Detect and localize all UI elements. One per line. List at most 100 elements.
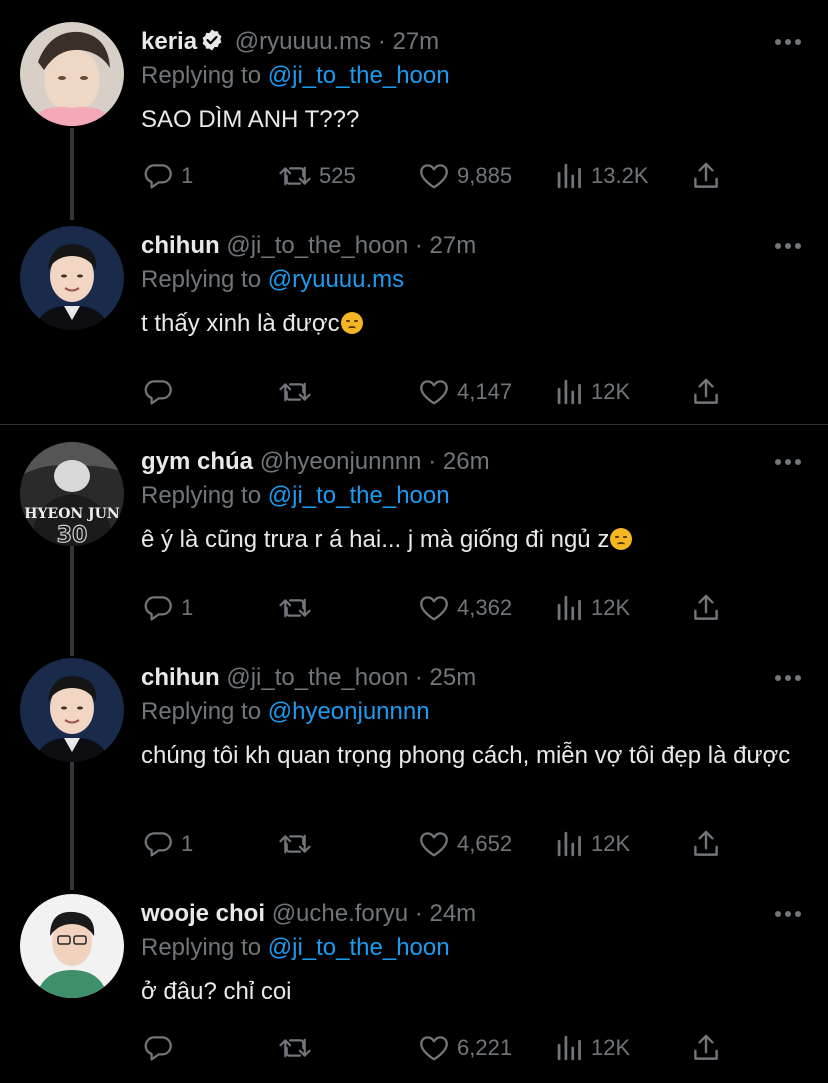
tweet[interactable]: chihun @ji_to_the_hoon · 27m Replying to… [0,226,828,416]
heart-icon [420,596,448,621]
share-button[interactable] [689,590,723,626]
replying-to-label: Replying to [141,698,262,725]
reply-button[interactable]: 1 [141,826,193,862]
reply-count: 1 [181,163,194,188]
more-options-icon[interactable] [774,674,802,682]
retweet-button[interactable] [277,826,319,862]
more-options-icon[interactable] [774,242,802,250]
tweet[interactable]: HYEON JUN 30 gym chúa @hyeonjunnnn · 26m… [0,442,828,632]
timestamp[interactable]: 25m [430,664,477,691]
more-options-icon[interactable] [774,458,802,466]
conversation-divider [0,424,828,425]
tweet-header: gym chúa @hyeonjunnnn · 26m [141,447,490,477]
tweet[interactable]: keria @ryuuuu.ms · 27m Replying to @ji_t… [0,22,828,202]
user-handle[interactable]: @ji_to_the_hoon [226,232,408,259]
like-count: 6,221 [457,1035,513,1060]
disappointed-face-emoji-icon [610,528,633,550]
tweet[interactable]: chihun @ji_to_the_hoon · 25m Replying to… [0,658,828,868]
replying-to-handle[interactable]: @hyeonjunnnn [268,698,430,725]
retweet-button[interactable] [277,374,319,410]
avatar[interactable] [20,894,124,998]
views-count: 12K [591,379,631,404]
replying-to: Replying to @ryuuuu.ms [141,265,404,295]
share-button[interactable] [689,374,723,410]
replying-to-handle[interactable]: @ji_to_the_hoon [268,934,450,961]
replying-to-label: Replying to [141,266,262,293]
reply-icon [144,832,172,857]
user-handle[interactable]: @ji_to_the_hoon [226,664,408,691]
tweet-text: ở đâu? chỉ coi [141,978,292,1005]
share-button[interactable] [689,826,723,862]
replying-to: Replying to @hyeonjunnnn [141,697,430,727]
retweet-icon [279,1038,311,1058]
views-button[interactable]: 12K [555,826,630,862]
views-button[interactable]: 12K [555,374,630,410]
share-button[interactable] [689,1030,723,1066]
like-count: 9,885 [457,163,513,188]
views-button[interactable]: 12K [555,1030,630,1066]
reply-icon [144,164,172,189]
replying-to: Replying to @ji_to_the_hoon [141,933,450,963]
more-options-icon[interactable] [774,910,802,918]
more-options-icon[interactable] [774,38,802,46]
verified-badge-icon [200,28,224,60]
timestamp[interactable]: 27m [392,28,439,55]
retweet-button[interactable] [277,590,319,626]
like-button[interactable]: 4,147 [417,374,512,410]
tweet[interactable]: wooje choi @uche.foryu · 24m Replying to… [0,894,828,1083]
display-name[interactable]: wooje choi [141,900,265,927]
tweet-text-container: t thấy xinh là được [141,308,811,340]
reply-button[interactable] [141,1030,181,1066]
reply-icon [144,1036,172,1061]
replying-to-handle[interactable]: @ji_to_the_hoon [268,62,450,89]
replying-to-label: Replying to [141,934,262,961]
retweet-count: 525 [319,163,356,188]
timestamp[interactable]: 24m [429,900,476,927]
like-count: 4,362 [457,595,513,620]
avatar[interactable] [20,226,124,330]
like-button[interactable]: 4,652 [417,826,512,862]
user-handle[interactable]: @hyeonjunnnn [260,448,422,475]
tweet-header: keria @ryuuuu.ms · 27m [141,27,439,60]
views-button[interactable]: 13.2K [555,158,649,194]
timestamp[interactable]: 27m [430,232,477,259]
replying-to-handle[interactable]: @ryuuuu.ms [268,266,404,293]
tweet-actions: 1 525 9,885 13.2K [141,158,741,194]
reply-icon [144,596,172,621]
replying-to-label: Replying to [141,62,262,89]
retweet-button[interactable]: 525 [277,158,356,194]
share-button[interactable] [689,158,723,194]
svg-text:30: 30 [57,523,88,546]
share-icon [694,162,718,188]
reply-button[interactable]: 1 [141,158,193,194]
reply-count: 1 [181,595,194,620]
replying-to: Replying to @ji_to_the_hoon [141,481,450,511]
display-name[interactable]: chihun [141,664,220,691]
share-icon [694,1034,718,1060]
retweet-icon [279,166,311,186]
user-handle[interactable]: @ryuuuu.ms [235,28,371,55]
views-count: 12K [591,831,631,856]
share-icon [694,378,718,404]
like-button[interactable]: 6,221 [417,1030,512,1066]
dot-separator: · [414,232,423,259]
reply-button[interactable] [141,374,181,410]
retweet-button[interactable] [277,1030,319,1066]
heart-icon [420,1036,448,1061]
avatar[interactable]: HYEON JUN 30 [20,442,124,546]
avatar[interactable] [20,658,124,762]
views-button[interactable]: 12K [555,590,630,626]
dot-separator: · [414,664,423,691]
timestamp[interactable]: 26m [443,448,490,475]
display-name[interactable]: chihun [141,232,220,259]
like-button[interactable]: 4,362 [417,590,512,626]
tweet-actions: 1 4,362 12K [141,590,741,626]
display-name[interactable]: keria [141,28,197,55]
user-handle[interactable]: @uche.foryu [272,900,408,927]
reply-button[interactable]: 1 [141,590,193,626]
display-name[interactable]: gym chúa [141,448,253,475]
like-button[interactable]: 9,885 [417,158,512,194]
avatar[interactable] [20,22,124,126]
replying-to-handle[interactable]: @ji_to_the_hoon [268,482,450,509]
tweet-header: chihun @ji_to_the_hoon · 27m [141,231,476,261]
